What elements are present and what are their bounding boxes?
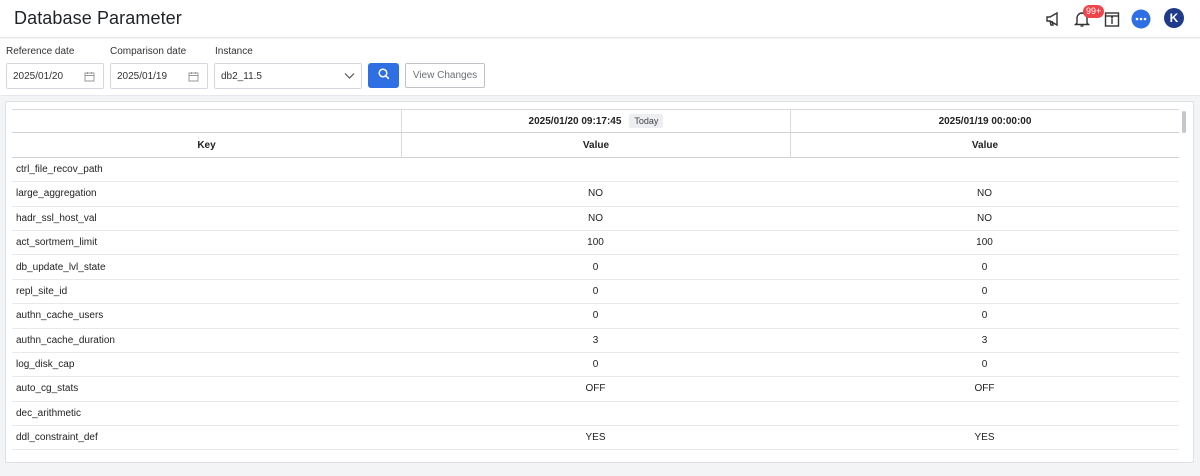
notice-icon[interactable] — [1101, 8, 1123, 30]
table-row: act_sortmem_limit 100 100 — [12, 231, 1179, 256]
table-row: authn_cache_users 0 0 — [12, 304, 1179, 329]
table-header-timestamps: 2025/01/20 09:17:45 Today 2025/01/19 00:… — [12, 109, 1179, 134]
reference-timestamp: 2025/01/20 09:17:45 — [528, 115, 622, 127]
comparison-date-field[interactable]: 2025/01/19 — [110, 63, 208, 89]
column-header-value-reference: Value — [401, 133, 790, 157]
calendar-icon — [188, 71, 199, 85]
reference-value-cell: OFF — [585, 383, 606, 395]
comparison-value-cell: NO — [977, 188, 992, 200]
comparison-value-cell: 100 — [976, 237, 993, 249]
reference-value-cell: NO — [588, 212, 603, 224]
column-header-key: Key — [197, 139, 216, 151]
parameter-table: 2025/01/20 09:17:45 Today 2025/01/19 00:… — [12, 109, 1179, 451]
column-header-value-comparison: Value — [790, 133, 1179, 157]
param-key-cell: large_aggregation — [16, 188, 97, 200]
param-key-cell: db_update_lvl_state — [16, 261, 106, 273]
table-header-columns: Key Value Value — [12, 133, 1179, 158]
filter-bar: Reference date Comparison date Instance … — [0, 39, 1200, 96]
comparison-value-cell — [790, 158, 1179, 181]
page-title: Database Parameter — [14, 8, 182, 28]
reference-value-cell — [401, 158, 790, 181]
vertical-scrollbar[interactable] — [1182, 111, 1186, 133]
comparison-value-cell: 0 — [981, 285, 988, 297]
table-row: log_disk_cap 0 0 — [12, 353, 1179, 378]
comparison-date-value: 2025/01/19 — [117, 70, 168, 82]
reference-timestamp-header: 2025/01/20 09:17:45 Today — [401, 110, 790, 133]
table-row: db_update_lvl_state 0 0 — [12, 255, 1179, 280]
param-key-cell: authn_cache_users — [16, 310, 104, 322]
instance-value: db2_11.5 — [221, 70, 262, 82]
comparison-value-cell: NO — [977, 212, 992, 224]
param-key-cell: auto_cg_stats — [16, 383, 79, 395]
reference-value-cell — [401, 402, 790, 425]
param-key-cell: act_sortmem_limit — [16, 237, 98, 249]
comparison-timestamp-header: 2025/01/19 00:00:00 — [790, 110, 1179, 133]
reference-value-cell: 100 — [587, 237, 604, 249]
comparison-value-cell: 0 — [981, 261, 988, 273]
param-key-cell: hadr_ssl_host_val — [16, 212, 97, 224]
parameter-table-panel: 2025/01/20 09:17:45 Today 2025/01/19 00:… — [5, 101, 1194, 463]
megaphone-icon[interactable] — [1043, 8, 1065, 30]
table-row: large_aggregation NO NO — [12, 182, 1179, 207]
param-key-cell: repl_site_id — [16, 285, 68, 297]
reference-value-cell: 0 — [592, 310, 599, 322]
instance-label: Instance — [215, 46, 253, 57]
reference-value-cell: NO — [588, 188, 603, 200]
reference-value-cell: 0 — [592, 261, 599, 273]
param-key-cell: authn_cache_duration — [16, 334, 115, 346]
param-key-cell: ddl_constraint_def — [16, 432, 98, 444]
comparison-value-cell: OFF — [974, 383, 995, 395]
comparison-value-cell: 3 — [981, 334, 988, 346]
reference-value-cell: 3 — [592, 334, 599, 346]
table-row: authn_cache_duration 3 3 — [12, 329, 1179, 353]
chat-icon[interactable] — [1130, 8, 1152, 30]
search-button[interactable] — [368, 63, 399, 88]
instance-select[interactable]: db2_11.5 — [214, 63, 362, 89]
reference-date-label: Reference date — [6, 46, 75, 57]
reference-value-cell: 0 — [592, 359, 599, 371]
comparison-value-cell: YES — [974, 432, 995, 444]
comparison-value-cell: 0 — [981, 310, 988, 322]
table-row: auto_cg_stats OFF OFF — [12, 377, 1179, 402]
reference-value-cell: YES — [585, 432, 606, 444]
reference-value-cell: 0 — [592, 285, 599, 297]
chevron-down-icon — [344, 72, 355, 83]
param-key-cell: log_disk_cap — [16, 359, 75, 371]
comparison-value-cell — [790, 402, 1179, 425]
comparison-value-cell: 0 — [981, 359, 988, 371]
view-changes-button[interactable]: View Changes — [405, 63, 485, 88]
table-row: hadr_ssl_host_val NO NO — [12, 207, 1179, 231]
param-key-cell: dec_arithmetic — [16, 407, 82, 419]
table-row: repl_site_id 0 0 — [12, 280, 1179, 305]
reference-date-field[interactable]: 2025/01/20 — [6, 63, 104, 89]
search-icon — [377, 67, 390, 85]
table-row: ddl_constraint_def YES YES — [12, 426, 1179, 451]
today-tag: Today — [629, 114, 664, 129]
table-row: ctrl_file_recov_path — [12, 158, 1179, 183]
reference-date-value: 2025/01/20 — [13, 70, 64, 82]
calendar-icon — [84, 71, 95, 85]
top-header: Database Parameter 99+ K — [0, 0, 1200, 38]
header-empty — [12, 110, 401, 132]
param-key-cell: ctrl_file_recov_path — [16, 163, 103, 175]
avatar[interactable]: K — [1164, 8, 1184, 28]
comparison-date-label: Comparison date — [110, 46, 187, 57]
table-row: dec_arithmetic — [12, 402, 1179, 427]
